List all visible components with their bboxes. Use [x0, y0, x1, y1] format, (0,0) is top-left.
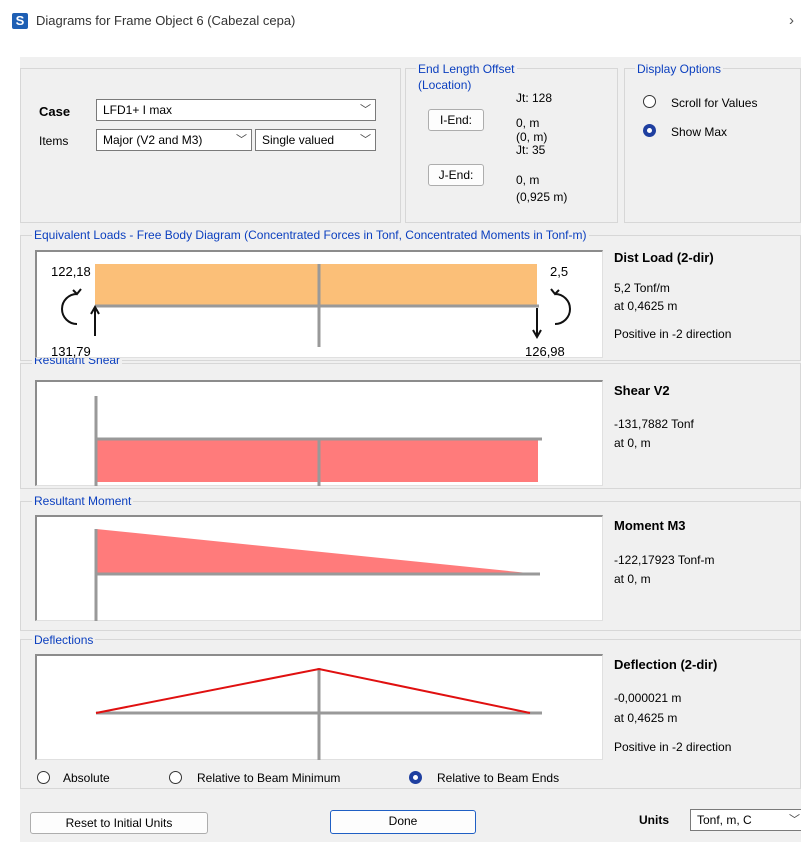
force-right-label: 126,98	[525, 344, 565, 358]
deflections-title: Deflections	[32, 633, 96, 647]
chevron-down-icon: ﹀	[789, 814, 800, 826]
shear-info-title: Shear V2	[614, 383, 670, 398]
relative-ends-label: Relative to Beam Ends	[437, 771, 560, 785]
case-select-value: LFD1+ I max	[103, 103, 173, 117]
force-left-label: 131,79	[51, 344, 91, 358]
moment-diagram	[35, 515, 603, 621]
dialog-body: Case LFD1+ I max ﹀ Items Major (V2 and M…	[20, 57, 801, 842]
deflection-info-value: -0,000021 m	[614, 691, 682, 705]
end-length-offset-group: End Length Offset (Location) Jt: 128 I-E…	[405, 62, 618, 223]
shear-info-value: -131,7882 Tonf	[614, 417, 694, 431]
free-body-diagram-svg: 122,18 2,5 131,79 126,98	[51, 264, 571, 358]
deflection-info-at: at 0,4625 m	[614, 711, 678, 725]
shear-diagram-svg	[94, 396, 542, 486]
moment-info-value: -122,17923 Tonf-m	[614, 553, 715, 567]
j-end-location: (0,925 m)	[516, 190, 568, 204]
dist-load-title: Dist Load (2-dir)	[614, 250, 714, 265]
j-end-jt: Jt: 35	[516, 143, 546, 157]
chevron-down-icon: ﹀	[360, 134, 371, 146]
moment-info-at: at 0, m	[614, 572, 651, 586]
relative-ends-radio[interactable]	[409, 771, 422, 784]
free-body-diagram: 122,18 2,5 131,79 126,98	[35, 250, 603, 358]
moment-fill	[96, 529, 538, 574]
deflection-diagram	[35, 654, 603, 760]
j-end-button[interactable]: J-End:	[428, 164, 484, 186]
title-bar: S Diagrams for Frame Object 6 (Cabezal c…	[0, 0, 801, 40]
dist-load-value: 5,2 Tonf/m	[614, 281, 670, 295]
shear-title: Resultant Shear	[32, 358, 123, 366]
deflection-diagram-svg	[95, 667, 542, 760]
chevron-down-icon: ﹀	[360, 104, 371, 116]
shear-fill	[96, 439, 538, 482]
chevron-down-icon: ﹀	[236, 134, 247, 146]
case-label: Case	[39, 104, 71, 119]
units-label: Units	[639, 813, 669, 827]
items-label: Items	[39, 134, 69, 148]
dist-load-fill	[95, 264, 537, 306]
items-component-select[interactable]: Major (V2 and M3) ﹀	[96, 129, 252, 151]
case-select[interactable]: LFD1+ I max ﹀	[96, 99, 376, 121]
moment-left-label: 122,18	[51, 264, 91, 279]
done-button[interactable]: Done	[330, 810, 476, 834]
items-mode-value: Single valued	[262, 133, 335, 147]
relative-minimum-radio[interactable]	[169, 771, 182, 784]
app-icon: S	[12, 13, 28, 29]
i-end-offset: 0, m	[516, 116, 540, 130]
window-title: Diagrams for Frame Object 6 (Cabezal cep…	[36, 13, 296, 28]
items-component-value: Major (V2 and M3)	[103, 133, 203, 147]
i-end-location: (0, m)	[516, 130, 548, 144]
show-max-radio[interactable]	[643, 124, 656, 137]
units-select-value: Tonf, m, C	[697, 813, 752, 827]
reset-units-button[interactable]: Reset to Initial Units	[30, 812, 208, 834]
moment-left-icon	[61, 293, 78, 325]
equivalent-loads-title: Equivalent Loads - Free Body Diagram (Co…	[32, 228, 589, 242]
deflection-info-title: Deflection (2-dir)	[614, 657, 718, 672]
absolute-radio[interactable]	[37, 771, 50, 784]
scroll-for-values-radio[interactable]	[643, 95, 656, 108]
moment-info-title: Moment M3	[614, 518, 686, 533]
case-group: Case LFD1+ I max ﹀ Items Major (V2 and M…	[20, 68, 401, 223]
i-end-jt: Jt: 128	[516, 91, 553, 105]
moment-title: Resultant Moment	[32, 494, 134, 508]
scroll-for-values-label: Scroll for Values	[671, 96, 758, 110]
dist-load-at: at 0,4625 m	[614, 299, 678, 313]
j-end-offset: 0, m	[516, 173, 540, 187]
shear-info-at: at 0, m	[614, 436, 651, 450]
items-mode-select[interactable]: Single valued ﹀	[255, 129, 376, 151]
moment-diagram-svg	[94, 529, 540, 621]
display-options-title: Display Options	[635, 62, 724, 76]
end-length-offset-location: (Location)	[418, 78, 472, 92]
absolute-label: Absolute	[63, 771, 110, 785]
deflection-info-direction: Positive in -2 direction	[614, 740, 732, 754]
end-length-offset-title: End Length Offset	[416, 62, 517, 76]
moment-right-icon	[554, 293, 571, 325]
shear-diagram	[35, 380, 603, 486]
i-end-button[interactable]: I-End:	[428, 109, 484, 131]
relative-minimum-label: Relative to Beam Minimum	[197, 771, 341, 785]
units-select[interactable]: Tonf, m, C ﹀	[690, 809, 801, 831]
dist-load-direction: Positive in -2 direction	[614, 327, 732, 341]
deflection-curve	[95, 667, 531, 714]
show-max-label: Show Max	[671, 125, 728, 139]
moment-right-label: 2,5	[550, 264, 568, 279]
display-options-group: Display Options Scroll for Values Show M…	[624, 62, 801, 223]
chevron-right-icon[interactable]: ›	[789, 12, 794, 29]
